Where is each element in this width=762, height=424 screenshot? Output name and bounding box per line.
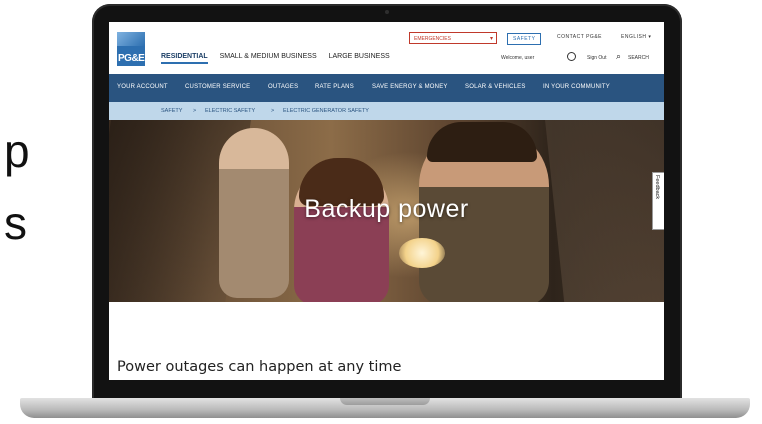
nav-save-energy[interactable]: SAVE ENERGY & MONEY xyxy=(372,84,448,90)
sign-out-link[interactable]: Sign Out xyxy=(587,55,606,61)
hero-banner: Backup power Feedback xyxy=(109,120,664,302)
nav-customer-service[interactable]: CUSTOMER SERVICE xyxy=(185,84,250,90)
camera-icon xyxy=(385,10,389,14)
laptop-notch xyxy=(340,398,430,405)
main-nav: YOUR ACCOUNT CUSTOMER SERVICE OUTAGES RA… xyxy=(109,74,664,102)
nav-rate-plans[interactable]: RATE PLANS xyxy=(315,84,354,90)
tab-small-medium-business[interactable]: SMALL & MEDIUM BUSINESS xyxy=(220,53,317,60)
feedback-tab[interactable]: Feedback xyxy=(652,172,664,230)
search-link[interactable]: SEARCH xyxy=(628,55,649,61)
hero-photo-father-hair xyxy=(427,122,537,162)
language-label: ENGLISH xyxy=(621,34,647,40)
user-icon[interactable] xyxy=(567,52,576,61)
segment-tabs: RESIDENTIAL SMALL & MEDIUM BUSINESS LARG… xyxy=(161,53,400,64)
pge-logo[interactable]: PG&E xyxy=(117,32,145,66)
tab-large-business[interactable]: LARGE BUSINESS xyxy=(329,53,390,60)
breadcrumb-electric-safety[interactable]: ELECTRIC SAFETY xyxy=(205,102,255,120)
breadcrumb-generator-safety[interactable]: ELECTRIC GENERATOR SAFETY xyxy=(283,102,369,120)
nav-outages[interactable]: OUTAGES xyxy=(268,84,298,90)
breadcrumb-safety[interactable]: SAFETY xyxy=(161,102,182,120)
breadcrumb-separator: > xyxy=(271,108,275,114)
safety-link[interactable]: SAFETY xyxy=(507,33,542,45)
tab-residential[interactable]: RESIDENTIAL xyxy=(161,53,208,64)
emergencies-label: EMERGENCIES xyxy=(414,36,451,42)
slide-letter-s: s xyxy=(4,197,27,249)
breadcrumb: SAFETY > ELECTRIC SAFETY > ELECTRIC GENE… xyxy=(109,102,664,120)
laptop-base xyxy=(20,398,750,418)
nav-solar-vehicles[interactable]: SOLAR & VEHICLES xyxy=(465,84,526,90)
breadcrumb-separator: > xyxy=(193,108,197,114)
hero-title: Backup power xyxy=(304,195,469,223)
slide-letter-p: p xyxy=(4,125,30,177)
contact-link[interactable]: CONTACT PG&E xyxy=(557,34,602,40)
section-heading: Power outages can happen at any time xyxy=(117,359,402,375)
logo-text: PG&E xyxy=(118,53,145,64)
feedback-label: Feedback xyxy=(654,175,660,200)
nav-in-your-community[interactable]: IN YOUR COMMUNITY xyxy=(543,84,610,90)
chevron-down-icon: ▾ xyxy=(489,36,493,42)
search-icon[interactable]: ⌕ xyxy=(616,51,621,62)
site-header: PG&E EMERGENCIES ▾ SAFETY CONTACT PG&E E… xyxy=(109,22,664,74)
lantern-glow xyxy=(399,238,445,268)
nav-your-account[interactable]: YOUR ACCOUNT xyxy=(117,84,168,90)
welcome-text: Welcome, user xyxy=(501,55,535,61)
language-select[interactable]: ENGLISH ▾ xyxy=(621,34,651,40)
emergencies-dropdown[interactable]: EMERGENCIES ▾ xyxy=(409,32,497,44)
browser-page: PG&E EMERGENCIES ▾ SAFETY CONTACT PG&E E… xyxy=(109,22,664,380)
